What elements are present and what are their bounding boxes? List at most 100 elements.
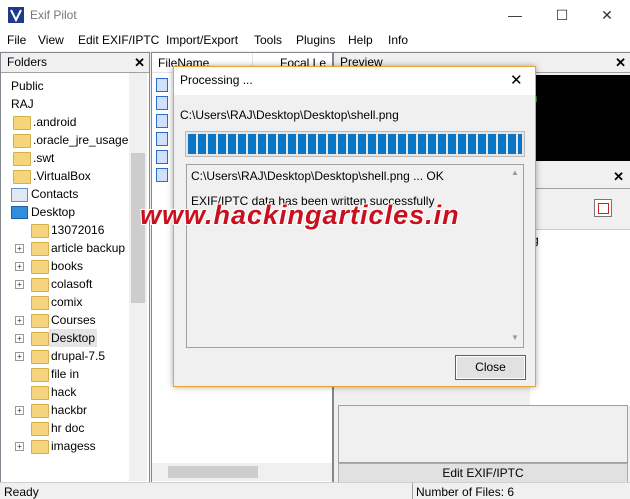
tree-item-label: Contacts	[31, 187, 79, 201]
menu-plugins[interactable]: Plugins	[296, 33, 335, 47]
tree-item-label: colasoft	[51, 277, 93, 291]
folder-icon	[31, 422, 49, 436]
folders-close-icon[interactable]: ✕	[134, 53, 145, 72]
tree-item-article-backup[interactable]: + article backup	[13, 239, 129, 257]
files-hscroll-thumb[interactable]	[168, 466, 258, 478]
menu-tools[interactable]: Tools	[254, 33, 282, 47]
expand-icon[interactable]: +	[15, 334, 24, 343]
expand-icon[interactable]: +	[15, 280, 24, 289]
folder-icon	[31, 332, 49, 346]
file-icon	[156, 78, 168, 92]
expand-icon[interactable]: +	[15, 262, 24, 271]
menu-info[interactable]: Info	[388, 33, 408, 47]
minimize-button[interactable]: —	[492, 0, 538, 30]
tree-item-hackbr[interactable]: + hackbr	[13, 401, 129, 419]
menu-edit-exif[interactable]: Edit EXIF/IPTC	[78, 33, 159, 47]
file-count: Number of Files: 6	[416, 485, 515, 499]
tree-item-comix[interactable]: comix	[13, 293, 129, 311]
tree-item-label: Courses	[51, 313, 96, 327]
desktop-icon	[11, 206, 28, 219]
tree-item-courses[interactable]: + Courses	[13, 311, 129, 329]
tree-item-file-in[interactable]: file in	[13, 365, 129, 383]
expand-icon[interactable]: +	[15, 316, 24, 325]
scroll-up-icon[interactable]: ▲	[511, 168, 519, 177]
folder-icon	[31, 278, 49, 292]
tree-item-label: 13072016	[51, 223, 105, 237]
tree-item-label: .VirtualBox	[33, 169, 91, 183]
tree-item-raj[interactable]: RAJ	[11, 95, 34, 113]
folder-icon	[31, 260, 49, 274]
contacts-icon	[11, 188, 28, 202]
status-bar: Ready Number of Files: 6	[0, 482, 630, 499]
tree-item-desktop[interactable]: Desktop	[11, 203, 129, 221]
tree-item-colasoft[interactable]: + colasoft	[13, 275, 129, 293]
menu-import-export[interactable]: Import/Export	[166, 33, 238, 47]
exif-subheader: ✕	[530, 169, 630, 189]
folder-icon	[31, 314, 49, 328]
folders-scrollbar[interactable]	[129, 73, 147, 481]
log-line-1: C:\Users\RAJ\Desktop\Desktop\shell.png .…	[191, 169, 444, 183]
progress-fill	[188, 134, 522, 154]
tree-item-label: hr doc	[51, 421, 85, 435]
file-icon	[156, 168, 168, 182]
log-box: C:\Users\RAJ\Desktop\Desktop\shell.png .…	[186, 164, 524, 348]
status-text: Ready	[4, 485, 39, 499]
close-button[interactable]: Close	[455, 355, 526, 380]
tree-item-hack[interactable]: hack	[13, 383, 129, 401]
tree-item-label: comix	[51, 295, 83, 309]
tree-item-books[interactable]: + books	[13, 257, 129, 275]
tree-item-hr-doc[interactable]: hr doc	[13, 419, 129, 437]
tree-item-label: article backup	[51, 241, 126, 255]
expand-icon[interactable]: +	[15, 244, 24, 253]
menu-help[interactable]: Help	[348, 33, 373, 47]
progress-bar	[185, 131, 525, 157]
tree-item-label: imagess	[51, 439, 96, 453]
preview-image: n	[530, 75, 630, 161]
dialog-title-bar: Processing ... ✕	[174, 67, 535, 95]
tree-item-android[interactable]: .android	[13, 113, 129, 131]
tree-item-imagess[interactable]: + imagess	[13, 437, 129, 455]
folders-title: Folders	[7, 55, 48, 69]
folder-icon	[31, 242, 49, 256]
tree-item-desktop-sub[interactable]: + Desktop	[13, 329, 129, 347]
tree-item-label: drupal-7.5	[51, 349, 106, 363]
log-scrollbar[interactable]: ▲ ▼	[506, 165, 523, 345]
dialog-title: Processing ...	[180, 73, 253, 87]
folder-icon	[13, 134, 31, 148]
folder-icon	[31, 296, 49, 310]
tree-item-drupal[interactable]: + drupal-7.5	[13, 347, 129, 365]
exif-close-icon[interactable]: ✕	[613, 169, 624, 185]
tree-item-virtualbox[interactable]: .VirtualBox	[13, 167, 129, 185]
tree-item-label: Desktop	[31, 205, 76, 219]
tree-item-oracle[interactable]: .oracle_jre_usage	[13, 131, 129, 149]
preview-close-icon[interactable]: ✕	[615, 53, 626, 72]
scroll-down-icon[interactable]: ▼	[511, 333, 519, 342]
menu-file[interactable]: File	[7, 33, 26, 47]
expand-icon[interactable]: +	[15, 442, 24, 451]
close-window-button[interactable]: ✕	[584, 0, 630, 30]
file-icon	[156, 132, 168, 146]
tree-item-label: books	[51, 259, 84, 273]
folder-icon	[31, 350, 49, 364]
window-title: Exif Pilot	[30, 8, 77, 22]
folder-icon	[13, 116, 31, 130]
tree-item-13072016[interactable]: 13072016	[13, 221, 129, 239]
edit-exif-button[interactable]: Edit EXIF/IPTC	[338, 463, 628, 483]
exif-edit-icon-inner	[598, 203, 609, 214]
file-icon	[156, 150, 168, 164]
app-icon	[8, 7, 24, 23]
tree-item-contacts[interactable]: Contacts	[11, 185, 129, 203]
tree-item-label: hackbr	[51, 403, 88, 417]
tree-item-label: file in	[51, 367, 80, 381]
maximize-button[interactable]: ☐	[539, 0, 585, 30]
tree-item-label: .oracle_jre_usage	[33, 133, 129, 147]
menu-view[interactable]: View	[38, 33, 64, 47]
exif-edit-icon[interactable]	[594, 199, 612, 217]
tree-item-swt[interactable]: .swt	[13, 149, 129, 167]
tree-item-public[interactable]: Public	[11, 77, 44, 95]
dialog-close-icon[interactable]: ✕	[510, 71, 523, 89]
files-hscrollbar[interactable]	[152, 463, 332, 481]
tree-item-label: hack	[51, 385, 77, 399]
expand-icon[interactable]: +	[15, 352, 24, 361]
expand-icon[interactable]: +	[15, 406, 24, 415]
